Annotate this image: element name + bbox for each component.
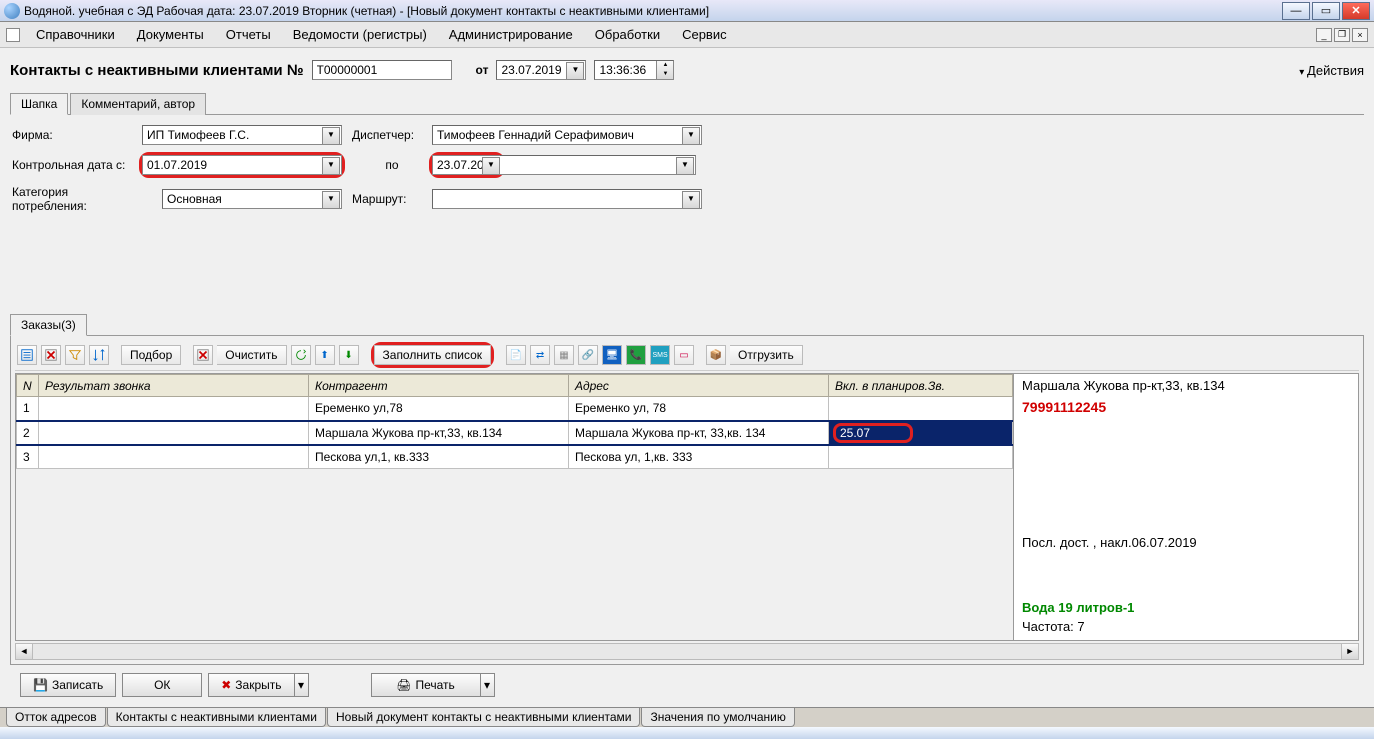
- header-tabs: Шапка Комментарий, автор: [10, 92, 1364, 115]
- filter-icon[interactable]: [65, 345, 85, 365]
- app-icon: [4, 3, 20, 19]
- save-icon: 💾: [33, 678, 48, 692]
- details-address: Маршала Жукова пр-кт,33, кв.134: [1022, 378, 1350, 393]
- up-arrow-icon[interactable]: ⬆: [315, 345, 335, 365]
- sort-icon[interactable]: [89, 345, 109, 365]
- details-panel: Маршала Жукова пр-кт,33, кв.134 79991112…: [1013, 374, 1358, 640]
- menu-service[interactable]: Сервис: [672, 24, 737, 45]
- clear-button[interactable]: Очистить: [217, 345, 286, 365]
- details-frequency: Частота: 7: [1022, 619, 1350, 634]
- doctab-contacts[interactable]: Контакты с неактивными клиентами: [107, 708, 326, 727]
- doctab-newdoc[interactable]: Новый документ контакты с неактивными кл…: [327, 708, 640, 727]
- mdi-restore-button[interactable]: ❐: [1334, 28, 1350, 42]
- select-button[interactable]: Подбор: [121, 345, 181, 365]
- col-counterparty[interactable]: Контрагент: [309, 375, 569, 397]
- from-label: от: [476, 63, 489, 77]
- link-icon[interactable]: 🔗: [578, 345, 598, 365]
- route-label: Маршрут:: [352, 192, 432, 206]
- tab-header[interactable]: Шапка: [10, 93, 68, 115]
- print-button[interactable]: 🖨Печать: [371, 673, 481, 697]
- tab-orders[interactable]: Заказы(3): [10, 314, 87, 336]
- tab-comment[interactable]: Комментарий, автор: [70, 93, 206, 115]
- sms-icon[interactable]: SMS: [650, 345, 670, 365]
- document-date-input[interactable]: [496, 60, 586, 80]
- close-dropdown[interactable]: ▾: [295, 673, 309, 697]
- ship-button[interactable]: Отгрузить: [730, 345, 803, 365]
- delete-row-icon[interactable]: [41, 345, 61, 365]
- grid-icon[interactable]: ▦: [554, 345, 574, 365]
- table-row[interactable]: 3 Пескова ул,1, кв.333 Пескова ул, 1,кв.…: [17, 445, 1013, 469]
- firm-input[interactable]: [142, 125, 342, 145]
- plan-date-cell[interactable]: 25.07: [833, 423, 913, 443]
- close-button[interactable]: ✖Закрыть: [208, 673, 294, 697]
- details-last-delivery: Посл. дост. , накл.06.07.2019: [1022, 535, 1350, 550]
- menu-processing[interactable]: Обработки: [585, 24, 670, 45]
- doctab-defaults[interactable]: Значения по умолчанию: [641, 708, 794, 727]
- bottom-buttons: 💾Записать ОК ✖Закрыть ▾ 🖨Печать ▾: [10, 665, 1364, 701]
- minimize-button[interactable]: —: [1282, 2, 1310, 20]
- window-title: Водяной. учебная с ЭД Рабочая дата: 23.0…: [24, 4, 1282, 18]
- details-product: Вода 19 литров-1: [1022, 600, 1350, 615]
- dispatcher-input[interactable]: [432, 125, 702, 145]
- card-icon[interactable]: ▭: [674, 345, 694, 365]
- menu-spravochniki[interactable]: Справочники: [26, 24, 125, 45]
- ctrldate-label: Контрольная дата с:: [12, 158, 142, 172]
- app-menu-icon[interactable]: [6, 28, 20, 42]
- document-time-input[interactable]: [594, 60, 674, 80]
- category-input[interactable]: [162, 189, 342, 209]
- ctrldate-to-input[interactable]: [432, 155, 502, 175]
- phone-icon[interactable]: 📞: [626, 345, 646, 365]
- route-input[interactable]: [432, 189, 702, 209]
- category-label: Категория потребления:: [12, 185, 142, 213]
- window-titlebar: Водяной. учебная с ЭД Рабочая дата: 23.0…: [0, 0, 1374, 22]
- down-arrow-icon[interactable]: ⬇: [339, 345, 359, 365]
- close-button[interactable]: ✕: [1342, 2, 1370, 20]
- table-row[interactable]: 1 Еременко ул,78 Еременко ул, 78: [17, 397, 1013, 421]
- taskbar: [0, 727, 1374, 739]
- document-number-input[interactable]: [312, 60, 452, 80]
- doc-icon[interactable]: 📄: [506, 345, 526, 365]
- horizontal-scrollbar[interactable]: ◄►: [15, 643, 1359, 660]
- menu-reports[interactable]: Отчеты: [216, 24, 281, 45]
- refresh-icon[interactable]: [291, 345, 311, 365]
- orders-toolbar: Подбор Очистить ⬆ ⬇ Заполнить список 📄 ⇄…: [15, 340, 1359, 371]
- menu-registers[interactable]: Ведомости (регистры): [283, 24, 437, 45]
- table-row[interactable]: 2 Маршала Жукова пр-кт,33, кв.134 Маршал…: [17, 421, 1013, 445]
- fill-list-button[interactable]: Заполнить список: [374, 345, 492, 365]
- document-tabs: Отток адресов Контакты с неактивными кли…: [0, 707, 1374, 727]
- menu-admin[interactable]: Администрирование: [439, 24, 583, 45]
- document-header: Контакты с неактивными клиентами № от Де…: [10, 54, 1364, 90]
- col-n[interactable]: N: [17, 375, 39, 397]
- dispatcher-label: Диспетчер:: [352, 128, 432, 142]
- menu-documents[interactable]: Документы: [127, 24, 214, 45]
- swap-icon[interactable]: ⇄: [530, 345, 550, 365]
- document-title: Контакты с неактивными клиентами №: [10, 62, 304, 79]
- col-plan[interactable]: Вкл. в планиров.Зв.: [829, 375, 1013, 397]
- print-icon: 🖨: [396, 678, 411, 692]
- form-section: Фирма: Диспетчер: Контрольная дата с: по…: [10, 115, 1364, 223]
- print-dropdown[interactable]: ▾: [481, 673, 495, 697]
- main-menu: Справочники Документы Отчеты Ведомости (…: [0, 22, 1374, 48]
- close-icon: ✖: [221, 678, 231, 692]
- ctrldate-to-ext[interactable]: [500, 155, 696, 175]
- doctab-outflow[interactable]: Отток адресов: [6, 708, 106, 727]
- details-phone: 79991112245: [1022, 399, 1350, 415]
- write-button[interactable]: 💾Записать: [20, 673, 116, 697]
- mdi-close-button[interactable]: ×: [1352, 28, 1368, 42]
- col-address[interactable]: Адрес: [569, 375, 829, 397]
- actions-dropdown[interactable]: Действия: [1299, 63, 1364, 78]
- to-label: по: [352, 158, 432, 172]
- mdi-minimize-button[interactable]: _: [1316, 28, 1332, 42]
- ctrldate-from-input[interactable]: [142, 155, 342, 175]
- details-debt: Долг:1 200,00 руб.,долг 8 бут.: [1022, 638, 1350, 640]
- ok-button[interactable]: ОК: [122, 673, 202, 697]
- orders-table[interactable]: N Результат звонка Контрагент Адрес Вкл.…: [16, 374, 1013, 469]
- maximize-button[interactable]: ▭: [1312, 2, 1340, 20]
- monitor-icon[interactable]: 🖥: [602, 345, 622, 365]
- col-result[interactable]: Результат звонка: [39, 375, 309, 397]
- clear-icon[interactable]: [193, 345, 213, 365]
- ship-icon[interactable]: 📦: [706, 345, 726, 365]
- list-icon[interactable]: [17, 345, 37, 365]
- firm-label: Фирма:: [12, 128, 142, 142]
